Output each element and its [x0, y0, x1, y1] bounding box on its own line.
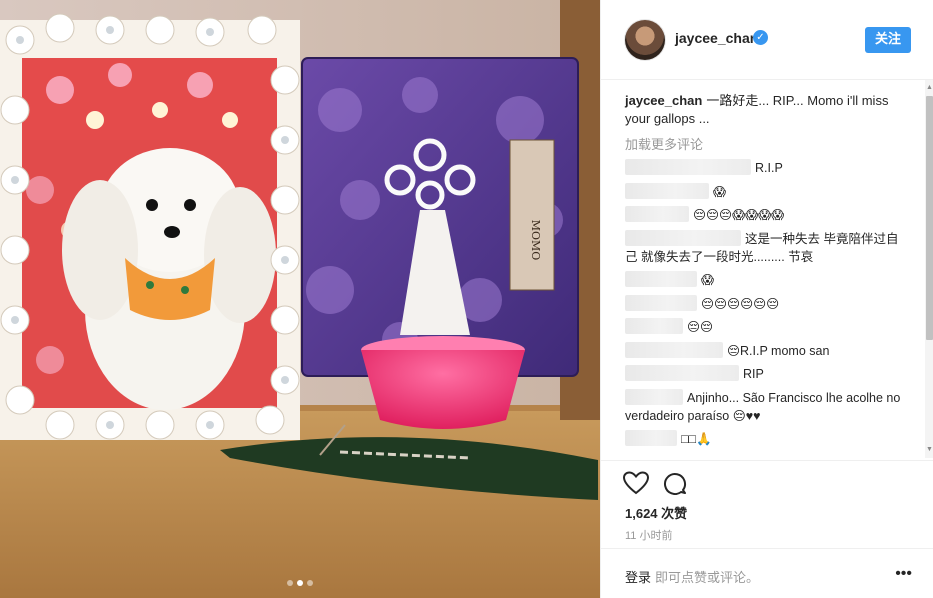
carousel-indicator [0, 580, 600, 586]
load-more-comments-link[interactable]: 加载更多评论 [625, 134, 910, 153]
follow-button[interactable]: 关注 [865, 27, 911, 53]
comment-item: 😔😔😔😱😱😱😱 [625, 206, 910, 224]
comment-item: 😔R.I.P momo san [625, 341, 910, 360]
avatar[interactable] [625, 20, 665, 60]
comment-text: 😱 [701, 273, 715, 287]
comment-text: 😔😔 [687, 320, 714, 334]
verified-badge-icon: ✓ [753, 30, 768, 45]
like-count[interactable]: 1,624 次赞 [625, 503, 687, 522]
redacted-username[interactable] [625, 388, 683, 405]
photo-illustration: MOMO [0, 0, 600, 598]
comments-list: jaycee_chan 一路好走... RIP... Momo i'll miss… [601, 80, 933, 460]
comment-item: RIP [625, 365, 910, 383]
comment-item: Anjinho... São Francisco lhe acolhe no v… [625, 388, 910, 425]
redacted-username[interactable] [625, 318, 683, 334]
scroll-up-icon[interactable]: ▲ [926, 84, 933, 92]
redacted-username[interactable] [625, 365, 739, 381]
comment-item: □□🙏 [625, 430, 910, 448]
comment-item: 这是一种失去 毕竟陪伴过自己 就像失去了一段时光......... 节哀 [625, 229, 910, 266]
redacted-username[interactable] [625, 229, 741, 246]
redacted-username[interactable] [625, 159, 751, 175]
post-footer: 登录 即可点赞或评论。 ••• [601, 548, 933, 598]
comment-item: 😔😔 [625, 318, 910, 336]
comment-text: RIP [743, 367, 764, 381]
caption-username[interactable]: jaycee_chan [625, 93, 702, 108]
comment-bubble-icon[interactable] [663, 471, 687, 495]
comment-item: R.I.P [625, 159, 910, 177]
box-label: MOMO [529, 220, 542, 261]
redacted-username[interactable] [625, 206, 689, 222]
more-options-icon[interactable]: ••• [895, 565, 912, 583]
post-header: jaycee_chan ✓ 关注 [601, 0, 933, 80]
redacted-username[interactable] [625, 430, 677, 446]
carousel-dot[interactable] [287, 580, 293, 586]
post-actions: 1,624 次赞 11 小时前 [601, 460, 933, 548]
carousel-dot-active[interactable] [297, 580, 303, 586]
comment-item: 😱 [625, 182, 910, 201]
login-prompt-text: 即可点赞或评论。 [655, 570, 760, 585]
post-timestamp: 11 小时前 [625, 530, 673, 542]
redacted-username[interactable] [625, 341, 723, 358]
heart-icon[interactable] [623, 471, 649, 495]
caption: jaycee_chan 一路好走... RIP... Momo i'll miss… [625, 92, 910, 128]
redacted-username[interactable] [625, 271, 697, 287]
carousel-dot[interactable] [307, 580, 313, 586]
redacted-username[interactable] [625, 294, 697, 311]
comment-text: R.I.P [755, 161, 783, 175]
login-prompt: 登录 即可点赞或评论。 [625, 567, 759, 586]
post-photo[interactable]: MOMO [0, 0, 600, 598]
scrollbar-thumb[interactable] [926, 96, 933, 340]
comment-item: 😔😔😔😔😔😔 [625, 294, 910, 313]
comment-text: 😔R.I.P momo san [727, 343, 830, 358]
username-link[interactable]: jaycee_chan [675, 30, 758, 46]
redacted-username[interactable] [625, 182, 709, 199]
post-side-panel: jaycee_chan ✓ 关注 jaycee_chan 一路好走... RIP.… [600, 0, 933, 598]
comment-text: □□🙏 [681, 432, 712, 446]
login-link[interactable]: 登录 [625, 570, 651, 585]
comment-text: 😱 [713, 184, 727, 199]
comment-text: 😔😔😔😔😔😔 [701, 296, 780, 311]
comment-text: 😔😔😔😱😱😱😱 [693, 208, 785, 222]
scroll-down-icon[interactable]: ▼ [926, 446, 933, 454]
comment-item: 😱 [625, 271, 910, 289]
